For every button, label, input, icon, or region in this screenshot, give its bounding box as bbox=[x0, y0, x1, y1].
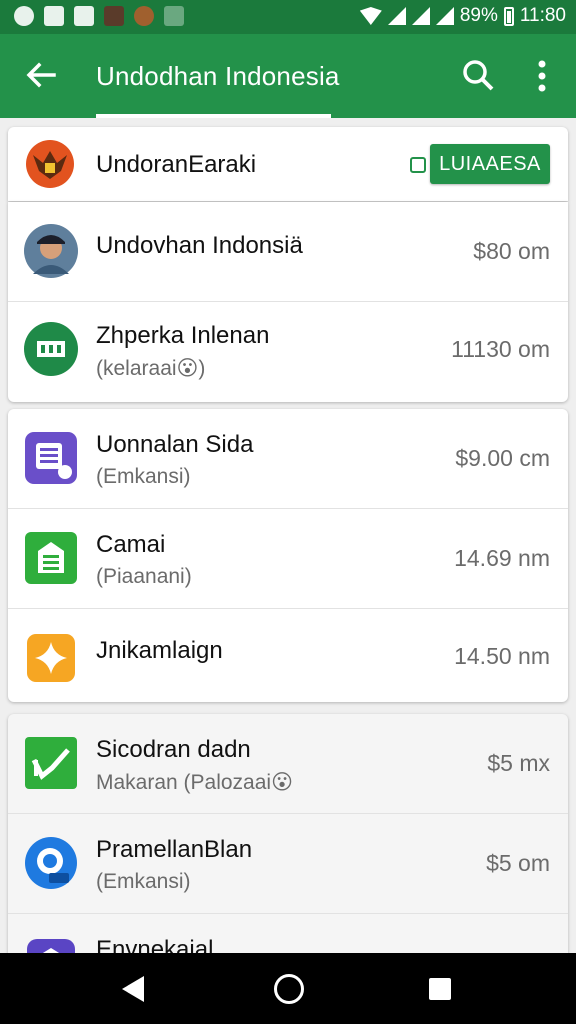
notification-icons bbox=[14, 6, 184, 26]
more-vert-icon[interactable] bbox=[528, 58, 556, 94]
list-item[interactable]: Jnikamlaign 14.50 nm bbox=[8, 609, 568, 702]
item-amount: 11130 om bbox=[451, 336, 550, 362]
page-title: Undodhan Indonesia bbox=[96, 61, 340, 91]
nav-home-icon[interactable] bbox=[274, 974, 304, 1004]
blue-search-icon bbox=[25, 837, 77, 889]
item-amount: $80 om bbox=[473, 238, 550, 264]
item-subtitle: (Emkansi) bbox=[96, 870, 191, 893]
system-nav-bar bbox=[0, 953, 576, 1024]
list-item[interactable]: Sicodran dadn Makaran (Palozaai😮 $5 mx bbox=[8, 714, 568, 814]
system-indicators: 89% 11:80 bbox=[359, 5, 566, 27]
item-title: Jnikamlaign bbox=[96, 637, 223, 664]
wifi-icon bbox=[359, 7, 382, 25]
purple-list-icon bbox=[25, 432, 77, 484]
list-item[interactable]: Camai (Piaanani) 14.69 nm bbox=[8, 509, 568, 609]
clock: 11:80 bbox=[519, 5, 566, 26]
item-subtitle: Makaran (Palozaai😮 bbox=[96, 771, 293, 794]
signal-icon bbox=[435, 7, 454, 25]
header-row[interactable]: UndoranEaraki LUIAAESA bbox=[8, 127, 568, 201]
list-group-3: Sicodran dadn Makaran (Palozaai😮 $5 mx P… bbox=[8, 714, 568, 974]
item-amount: $5 om bbox=[486, 850, 550, 876]
list-item[interactable]: PramellanBlan (Emkansi) $5 om bbox=[8, 814, 568, 914]
arrow-left-icon[interactable] bbox=[24, 58, 58, 92]
item-subtitle: (Emkansi) bbox=[96, 465, 191, 488]
checkbox-icon[interactable] bbox=[410, 157, 426, 173]
list-item[interactable]: Undovhan Indonsiä $80 om bbox=[8, 202, 568, 302]
green-card-icon bbox=[24, 322, 78, 376]
search-icon[interactable] bbox=[461, 58, 497, 94]
garuda-emblem-icon bbox=[26, 140, 74, 188]
title-underline bbox=[96, 114, 331, 118]
item-title: PramellanBlan bbox=[96, 836, 253, 863]
item-title: Uonnalan Sida bbox=[96, 431, 254, 458]
green-check-icon bbox=[25, 737, 77, 789]
item-amount: $9.00 cm bbox=[455, 445, 550, 471]
header-action-button[interactable]: LUIAAESA bbox=[430, 144, 550, 184]
nav-back-icon[interactable] bbox=[122, 976, 144, 1002]
item-title: Undovhan Indonsiä bbox=[96, 232, 303, 259]
avatar-icon bbox=[134, 6, 154, 26]
battery-percent: 89% bbox=[459, 5, 498, 26]
item-amount: 14.69 nm bbox=[454, 545, 550, 571]
status-bar: 89% 11:80 bbox=[0, 0, 576, 34]
list-group-2: Uonnalan Sida (Emkansi) $9.00 cm Camai (… bbox=[8, 409, 568, 702]
notification-icon bbox=[164, 6, 184, 26]
item-title: Sicodran dadn bbox=[96, 736, 251, 763]
signal-icon bbox=[411, 7, 430, 25]
image-icon bbox=[44, 6, 64, 26]
whatsapp-icon bbox=[14, 6, 34, 26]
nav-recents-icon[interactable] bbox=[429, 978, 451, 1000]
gallery-icon bbox=[74, 6, 94, 26]
signal-icon bbox=[387, 7, 406, 25]
list-item[interactable]: Zhperka Inlenan (kelaraai😮) 11130 om bbox=[8, 300, 568, 400]
list-group-1: Undovhan Indonsiä $80 om Zhperka Inlenan… bbox=[8, 202, 568, 402]
item-amount: $5 mx bbox=[487, 750, 550, 776]
item-title: Zhperka Inlenan bbox=[96, 322, 270, 349]
header-title: UndoranEaraki bbox=[96, 151, 257, 178]
orange-star-icon bbox=[27, 634, 75, 682]
item-subtitle: (kelaraai😮) bbox=[96, 357, 206, 380]
item-amount: 14.50 nm bbox=[454, 643, 550, 669]
battery-icon bbox=[503, 6, 514, 26]
item-title: Camai bbox=[96, 531, 166, 558]
green-doc-icon bbox=[25, 532, 77, 584]
app-toolbar: Undodhan Indonesia bbox=[0, 34, 576, 118]
avatar-photo bbox=[24, 224, 78, 278]
photo-icon bbox=[104, 6, 124, 26]
item-subtitle: (Piaanani) bbox=[96, 565, 192, 588]
list-item[interactable]: Uonnalan Sida (Emkansi) $9.00 cm bbox=[8, 409, 568, 509]
